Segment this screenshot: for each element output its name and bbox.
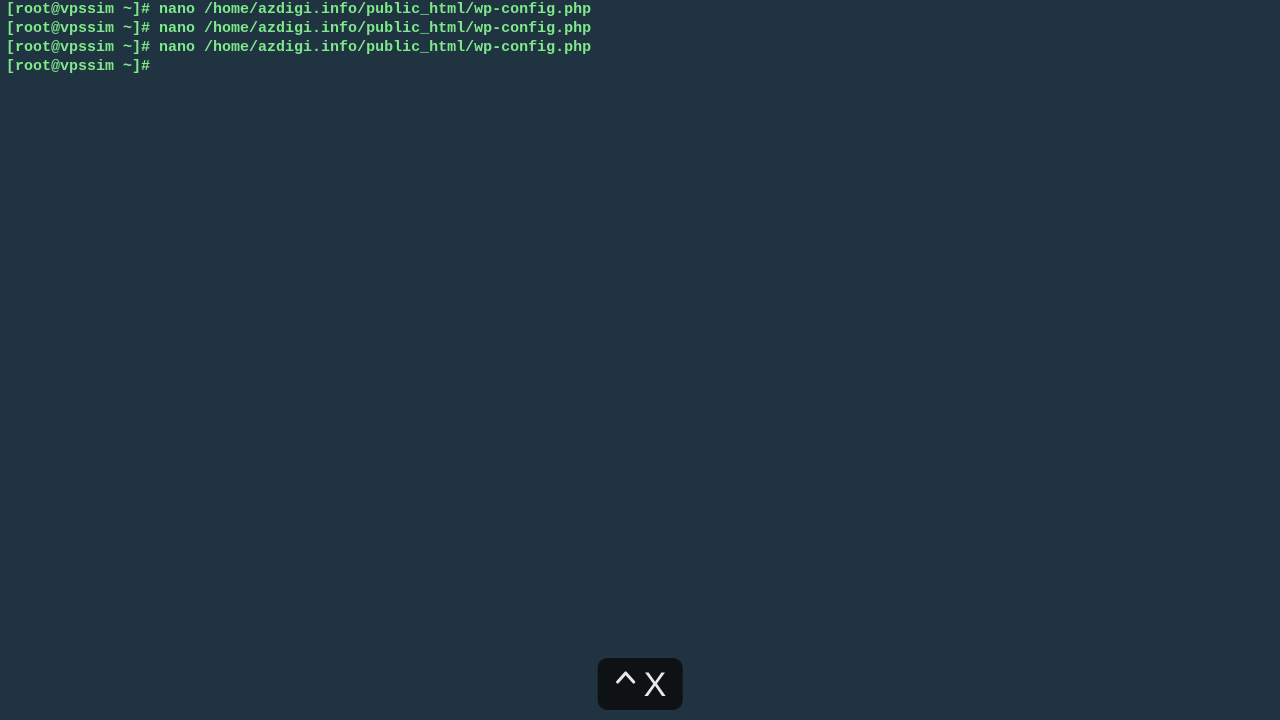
- terminal-line: [root@vpssim ~]# nano /home/azdigi.info/…: [6, 38, 1274, 57]
- key-x-label: X: [644, 668, 667, 702]
- terminal-line: [root@vpssim ~]#: [6, 57, 1274, 76]
- shell-command: nano /home/azdigi.info/public_html/wp-co…: [159, 39, 591, 56]
- terminal-output[interactable]: [root@vpssim ~]# nano /home/azdigi.info/…: [0, 0, 1280, 76]
- shell-prompt: [root@vpssim ~]#: [6, 58, 159, 75]
- terminal-line: [root@vpssim ~]# nano /home/azdigi.info/…: [6, 0, 1274, 19]
- shell-prompt: [root@vpssim ~]#: [6, 1, 159, 18]
- shell-prompt: [root@vpssim ~]#: [6, 39, 159, 56]
- shell-prompt: [root@vpssim ~]#: [6, 20, 159, 37]
- shell-command: nano /home/azdigi.info/public_html/wp-co…: [159, 1, 591, 18]
- caret-up-icon: [614, 666, 638, 698]
- terminal-line: [root@vpssim ~]# nano /home/azdigi.info/…: [6, 19, 1274, 38]
- keyboard-shortcut-overlay: X: [598, 658, 683, 710]
- shell-command: nano /home/azdigi.info/public_html/wp-co…: [159, 20, 591, 37]
